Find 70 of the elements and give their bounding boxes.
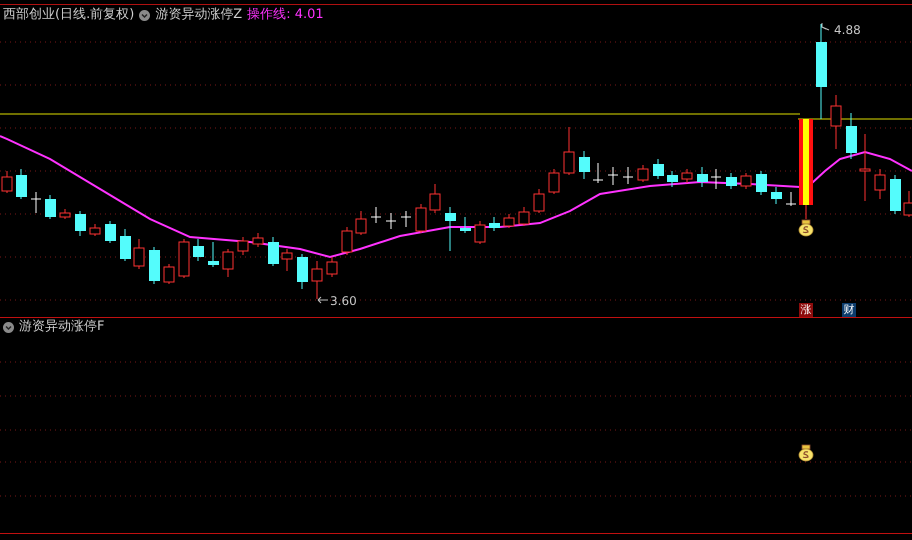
candlestick bbox=[518, 206, 530, 226]
candlestick bbox=[134, 238, 144, 270]
candlestick bbox=[30, 192, 42, 214]
candlestick bbox=[771, 186, 782, 204]
signal-badge: 涨 bbox=[799, 303, 813, 317]
candlestick bbox=[164, 264, 174, 284]
indicator-value: 操作线: 4.01 bbox=[247, 7, 324, 23]
candlestick bbox=[667, 170, 678, 188]
candlestick bbox=[874, 168, 886, 200]
money-bag-icon bbox=[798, 444, 814, 462]
candlestick bbox=[268, 236, 279, 266]
candlestick bbox=[622, 166, 634, 184]
candlestick bbox=[474, 220, 486, 244]
candlestick bbox=[504, 214, 514, 228]
candlestick bbox=[416, 204, 426, 234]
candlestick bbox=[208, 242, 219, 268]
candlestick bbox=[430, 184, 440, 214]
candlestick bbox=[740, 172, 752, 190]
indicator-name: 游资异动涨停Z bbox=[155, 7, 242, 23]
candlestick bbox=[608, 166, 618, 186]
candlestick bbox=[460, 216, 471, 234]
candlestick bbox=[342, 226, 352, 256]
candlestick bbox=[90, 224, 100, 236]
indicator-name: 游资异动涨停F bbox=[19, 319, 104, 335]
candlestick bbox=[326, 256, 338, 278]
candlestick bbox=[786, 192, 796, 206]
candlestick bbox=[297, 254, 308, 290]
candlestick bbox=[252, 232, 264, 248]
candlestick bbox=[890, 174, 901, 214]
dropdown-icon[interactable] bbox=[139, 10, 150, 20]
candlestick bbox=[653, 158, 664, 180]
candlestick bbox=[370, 206, 382, 224]
signal-badge: 财 bbox=[842, 303, 856, 317]
candlestick bbox=[564, 126, 574, 176]
candlestick bbox=[282, 248, 292, 272]
candlestick bbox=[846, 112, 857, 160]
low-price-label: 3.60 bbox=[330, 294, 357, 308]
candlestick bbox=[534, 188, 544, 214]
candlestick bbox=[238, 236, 248, 256]
candlestick bbox=[75, 210, 86, 236]
candlestick bbox=[445, 206, 456, 252]
money-bag-icon bbox=[798, 220, 814, 236]
candlestick bbox=[356, 210, 366, 236]
candlestick bbox=[726, 172, 737, 190]
high-price-label: 4.88 bbox=[834, 23, 861, 37]
candlestick bbox=[105, 220, 116, 244]
candlestick bbox=[120, 228, 131, 262]
dropdown-icon[interactable] bbox=[3, 322, 14, 332]
security-title: 西部创业(日线.前复权) bbox=[3, 7, 134, 23]
candlestick bbox=[16, 168, 27, 200]
candlestick bbox=[638, 164, 648, 182]
candlestick bbox=[579, 150, 590, 180]
candlestick bbox=[710, 168, 722, 190]
candlestick bbox=[756, 170, 767, 196]
candlestick bbox=[682, 168, 692, 184]
candlestick bbox=[149, 246, 160, 284]
candlestick bbox=[697, 166, 708, 188]
candlestick bbox=[830, 94, 842, 150]
candlestick bbox=[45, 194, 56, 220]
candlestick bbox=[400, 210, 412, 228]
candlestick bbox=[178, 238, 190, 278]
candlestick bbox=[60, 208, 70, 220]
candlestick bbox=[222, 248, 234, 278]
candlestick bbox=[592, 162, 604, 184]
candlestick bbox=[193, 238, 204, 262]
candlestick bbox=[548, 168, 560, 194]
candlestick bbox=[860, 134, 870, 202]
candlestick bbox=[386, 212, 396, 230]
candlestick bbox=[312, 260, 322, 300]
candlestick bbox=[489, 216, 500, 232]
